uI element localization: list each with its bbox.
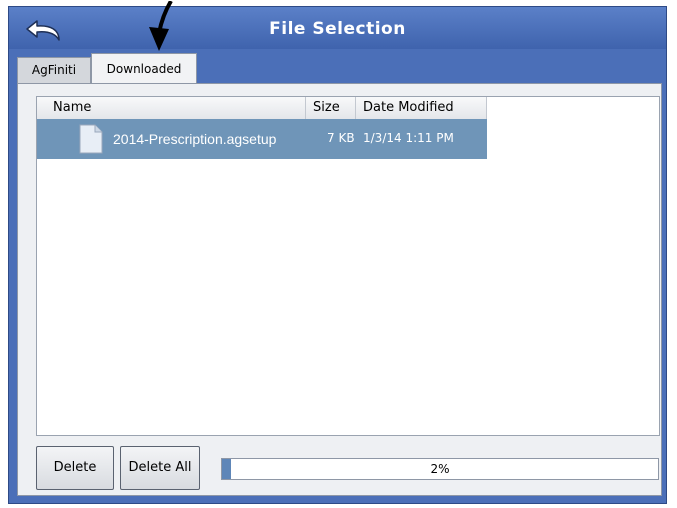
file-size: 7 KB [327, 131, 355, 145]
list-header: Name Size Date Modified [37, 97, 487, 120]
tab-label: Downloaded [106, 62, 182, 76]
column-header-size[interactable]: Size [313, 100, 340, 116]
file-date: 1/3/14 1:11 PM [363, 131, 454, 145]
tab-downloaded[interactable]: Downloaded [91, 53, 197, 83]
delete-all-button[interactable]: Delete All [120, 446, 200, 490]
table-row[interactable]: 2014-Prescription.agsetup 7 KB 1/3/14 1:… [37, 119, 487, 159]
storage-progress-bar: 2% [221, 458, 659, 480]
column-divider [305, 97, 306, 119]
tab-agfiniti[interactable]: AgFiniti [17, 57, 91, 83]
column-header-name[interactable]: Name [53, 100, 91, 116]
column-header-date[interactable]: Date Modified [363, 100, 454, 116]
delete-button[interactable]: Delete [36, 446, 114, 490]
file-list[interactable]: Name Size Date Modified 2014-Prescriptio… [36, 96, 660, 436]
file-selection-window: File Selection AgFiniti Downloaded Name … [8, 1, 667, 504]
title-bar: File Selection [9, 7, 666, 49]
progress-label: 2% [430, 462, 450, 476]
pointer-arrow-icon [149, 1, 173, 51]
file-icon [79, 124, 103, 154]
column-divider [355, 97, 356, 119]
tab-label: AgFiniti [31, 63, 77, 77]
file-name: 2014-Prescription.agsetup [113, 131, 277, 147]
downloaded-panel: Name Size Date Modified 2014-Prescriptio… [17, 83, 662, 496]
column-divider [486, 97, 487, 119]
window-title: File Selection [269, 19, 406, 39]
